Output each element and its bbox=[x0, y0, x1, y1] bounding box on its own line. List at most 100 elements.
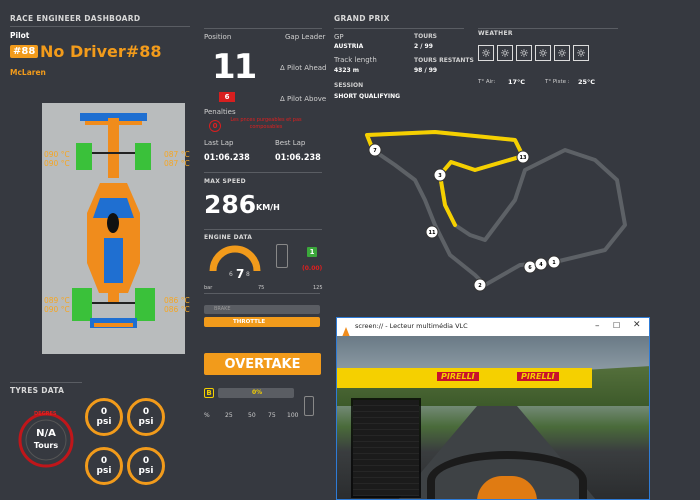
sun-icon: ☼ bbox=[516, 45, 532, 61]
wear-unit: Tours bbox=[33, 441, 59, 450]
last-lap-label: Last Lap bbox=[204, 139, 234, 147]
pilot-label: Pilot bbox=[10, 31, 30, 40]
brake-bar: BRAKE bbox=[204, 305, 320, 314]
scale-bar: bar bbox=[204, 285, 213, 291]
psi-unit: psi bbox=[138, 417, 154, 427]
session-value: SHORT QUALIFYING bbox=[334, 93, 401, 100]
sun-icon: ☼ bbox=[573, 45, 589, 61]
engine-title: ENGINE DATA bbox=[204, 234, 253, 241]
marker-label: 7 bbox=[373, 148, 377, 154]
gap-leader-label: Gap Leader bbox=[285, 33, 326, 41]
position-value: 11 bbox=[212, 47, 257, 87]
gear-value: 7 bbox=[236, 267, 245, 281]
tyres-title: TYRES DATA bbox=[10, 386, 65, 395]
leaderboard-rows bbox=[353, 400, 419, 496]
gp-label: GP bbox=[334, 33, 344, 41]
gp-value: AUSTRIA bbox=[334, 43, 364, 50]
tours-restants-label: TOURS RESTANTS bbox=[414, 57, 474, 64]
weather-forecast: ☼ ☼ ☼ ☼ ☼ ☼ bbox=[478, 45, 589, 61]
marker-label: 2 bbox=[478, 283, 482, 289]
psi-value: 0 bbox=[142, 456, 150, 466]
psi-gauge-rl: 0 psi bbox=[85, 447, 123, 485]
leaderboard-overlay bbox=[351, 398, 421, 498]
scale-75: 75 bbox=[258, 285, 265, 291]
maximize-icon[interactable]: ☐ bbox=[613, 321, 620, 330]
scale2-100: 100 bbox=[287, 412, 299, 419]
track-length-value: 4323 m bbox=[334, 67, 360, 74]
divider bbox=[478, 28, 618, 29]
marker-label: 3 bbox=[438, 173, 442, 179]
psi-gauge-rr: 0 psi bbox=[127, 447, 165, 485]
psi-value: 0 bbox=[100, 407, 108, 417]
marker-label: 13 bbox=[520, 155, 527, 161]
f1-car-icon bbox=[72, 113, 155, 328]
vlc-titlebar[interactable]: screen:// - Lecteur multimédia VLC – ☐ ✕ bbox=[337, 318, 649, 337]
divider bbox=[204, 28, 322, 29]
pilot-name: No Driver#88 bbox=[40, 42, 162, 61]
fuel-percent: 0% bbox=[252, 389, 263, 396]
session-label: SESSION bbox=[334, 82, 364, 89]
marker-label: 6 bbox=[528, 265, 532, 271]
weather-title: WEATHER bbox=[478, 30, 513, 37]
charge-icon bbox=[304, 396, 314, 416]
psi-value: 0 bbox=[142, 407, 150, 417]
ers-count-badge: 1 bbox=[307, 247, 317, 257]
car-image-panel bbox=[42, 103, 185, 354]
scale2-75: 75 bbox=[268, 412, 276, 419]
wear-value: N/A bbox=[36, 428, 56, 439]
track-map: 7 13 3 11 2 6 4 1 bbox=[355, 120, 635, 300]
marker-label: 11 bbox=[429, 230, 436, 236]
marker-label: 1 bbox=[552, 260, 556, 266]
tyre-temp-fr: 087 °C 087 °C bbox=[164, 150, 190, 168]
psi-unit: psi bbox=[96, 466, 112, 476]
wear-arc-text: DEGRES bbox=[34, 411, 57, 417]
penalty-note: Les pnces purgeables et pas composables bbox=[230, 117, 302, 130]
pilot-above-label: Δ Pilot Above bbox=[280, 95, 327, 103]
scale2-25: 25 bbox=[225, 412, 233, 419]
sun-icon: ☼ bbox=[554, 45, 570, 61]
psi-gauge-fr: 0 psi bbox=[127, 398, 165, 436]
position-label: Position bbox=[204, 33, 232, 41]
close-icon[interactable]: ✕ bbox=[633, 320, 641, 330]
scale2-50: 50 bbox=[248, 412, 256, 419]
tours-label: TOURS bbox=[414, 33, 438, 40]
divider bbox=[204, 172, 322, 173]
tours-value: 2 / 99 bbox=[414, 43, 433, 50]
gear-prev: 6 bbox=[229, 271, 233, 278]
sun-icon: ☼ bbox=[497, 45, 513, 61]
psi-value: 0 bbox=[100, 456, 108, 466]
divider bbox=[10, 26, 190, 27]
banner-text: PIRELLI bbox=[437, 372, 479, 381]
battery-icon bbox=[276, 244, 288, 268]
rpm-gauge bbox=[207, 243, 263, 273]
dashboard-title: RACE ENGINEER DASHBOARD bbox=[10, 14, 141, 23]
tyre-temp-rl: 089 °C 090 °C bbox=[44, 296, 70, 314]
vlc-window[interactable]: screen:// - Lecteur multimédia VLC – ☐ ✕… bbox=[336, 317, 650, 500]
penalties-label: Penalties bbox=[204, 108, 236, 116]
overtake-button[interactable]: OVERTAKE bbox=[204, 353, 321, 375]
air-temp-value: 17°C bbox=[508, 78, 526, 86]
psi-unit: psi bbox=[96, 417, 112, 427]
sun-icon: ☼ bbox=[478, 45, 494, 61]
grandprix-title: GRAND PRIX bbox=[334, 14, 390, 23]
fuel-badge: B bbox=[204, 388, 214, 398]
psi-gauge-fl: 0 psi bbox=[85, 398, 123, 436]
scale-125: 125 bbox=[313, 285, 323, 291]
scale2-pct: % bbox=[204, 412, 210, 419]
gear-next: 8 bbox=[246, 271, 250, 278]
vlc-title: screen:// - Lecteur multimédia VLC bbox=[355, 322, 468, 330]
fuel-bar: 0% bbox=[218, 388, 294, 398]
tyre-temp-rr: 086 °C 086 °C bbox=[164, 296, 190, 314]
tyre-temp-fl: 090 °C 090 °C bbox=[44, 150, 70, 168]
pilot-ahead-label: Δ Pilot Ahead bbox=[280, 64, 327, 72]
position-change-badge: 6 bbox=[219, 92, 235, 102]
speed-unit: KM/H bbox=[256, 203, 280, 212]
divider bbox=[10, 382, 82, 383]
track-length-label: Track length bbox=[334, 56, 377, 64]
psi-unit: psi bbox=[138, 466, 154, 476]
minimize-icon[interactable]: – bbox=[595, 321, 600, 331]
throttle-bar: THROTTLE bbox=[204, 317, 320, 327]
speed-title: MAX SPEED bbox=[204, 178, 246, 185]
pilot-number-badge: #88 bbox=[10, 45, 39, 58]
best-lap-label: Best Lap bbox=[275, 139, 306, 147]
